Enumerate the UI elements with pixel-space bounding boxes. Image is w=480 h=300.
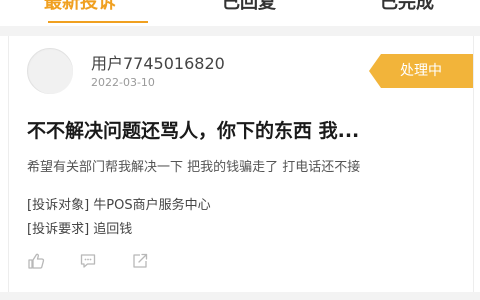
status-badge: 处理中 bbox=[369, 54, 473, 88]
complaint-description: 希望有关部门帮我解决一下 把我的钱骗走了 打电话还不接 bbox=[27, 160, 361, 175]
complaint-title[interactable]: 不不解决问题还骂人，你下的东西 我... bbox=[27, 116, 359, 143]
avatar[interactable] bbox=[27, 48, 73, 94]
username[interactable]: 用户7745016820 bbox=[91, 50, 225, 74]
complaint-date: 2022-03-10 bbox=[91, 76, 155, 89]
complaint-card[interactable]: 用户7745016820 2022-03-10 处理中 不不解决问题还骂人，你下… bbox=[8, 36, 474, 292]
complaint-request: [投诉要求] 追回钱 bbox=[27, 222, 133, 237]
active-tab-indicator bbox=[48, 21, 148, 23]
user-avatar-icon bbox=[29, 50, 73, 94]
share-icon[interactable] bbox=[131, 252, 149, 270]
tab-completed[interactable]: 已完成 bbox=[362, 0, 452, 23]
tab-latest-complaints[interactable]: 最新投诉 bbox=[44, 0, 156, 23]
section-divider bbox=[0, 26, 480, 36]
tab-replied[interactable]: 已回复 bbox=[204, 0, 294, 23]
action-bar bbox=[27, 252, 227, 274]
tab-bar: 最新投诉 已回复 已完成 bbox=[0, 0, 480, 23]
complaint-list-page: 最新投诉 已回复 已完成 用户7745016820 2022-03-10 处理中… bbox=[0, 0, 480, 300]
bottom-divider bbox=[0, 292, 480, 300]
comment-icon[interactable] bbox=[79, 252, 97, 270]
status-label: 处理中 bbox=[400, 63, 442, 79]
complaint-target: [投诉对象] 牛POS商户服务中心 bbox=[27, 198, 211, 213]
thumbs-up-icon[interactable] bbox=[27, 252, 45, 270]
